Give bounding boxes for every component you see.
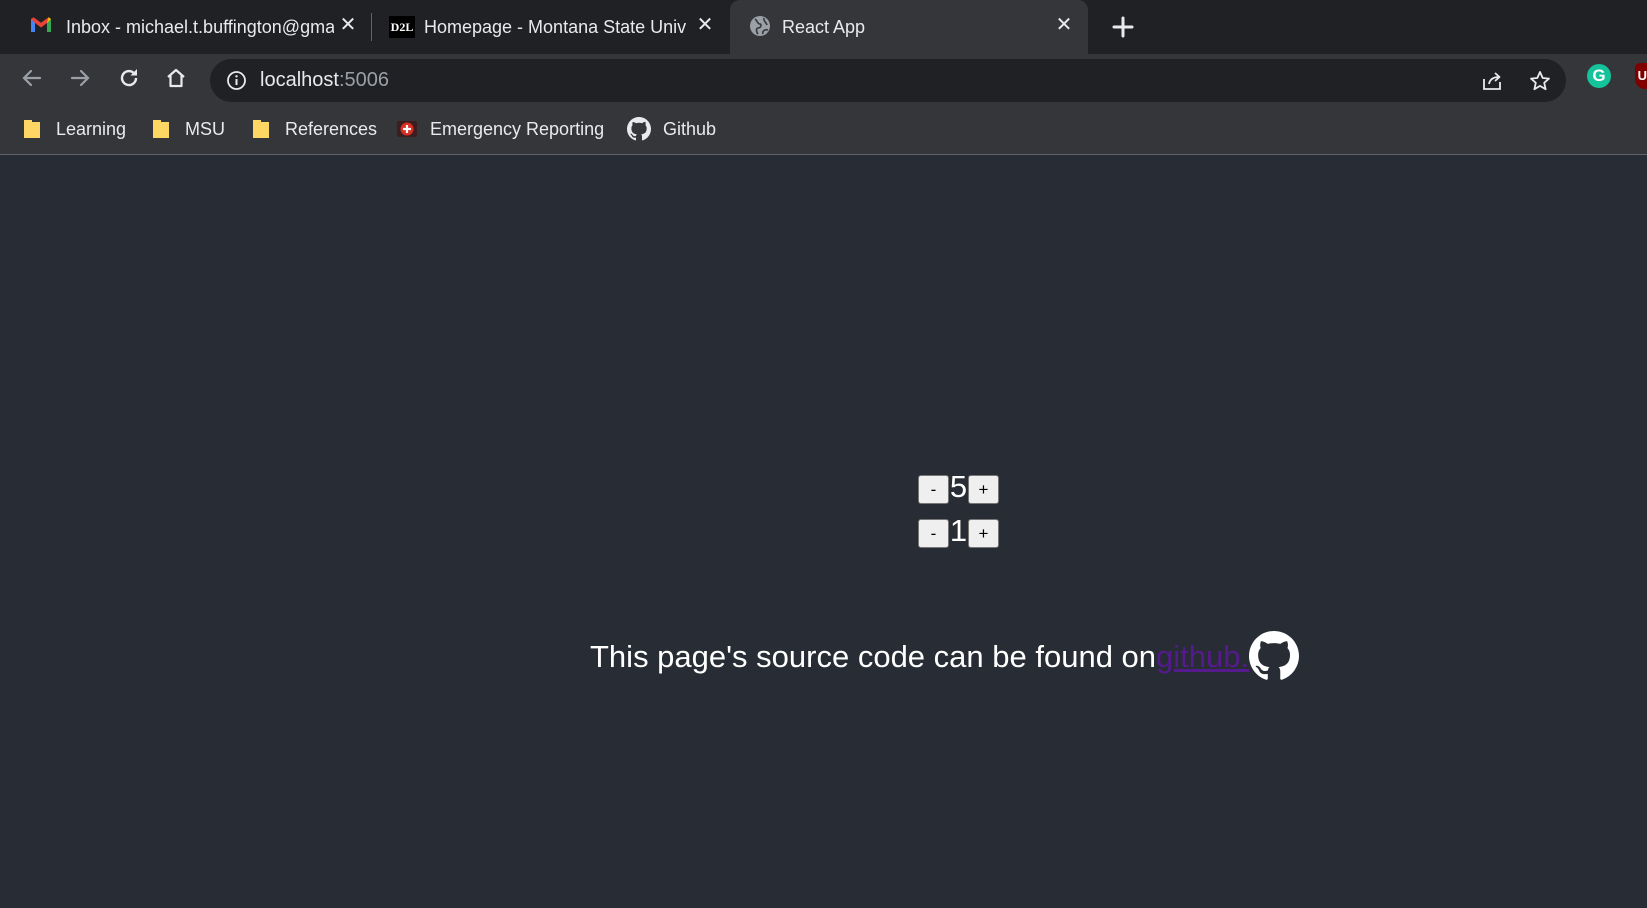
grammarly-icon[interactable]: G <box>1587 64 1611 88</box>
bookmark-label: Learning <box>56 118 127 139</box>
decrement-button[interactable]: - <box>918 519 949 548</box>
new-tab-button[interactable] <box>1106 10 1140 44</box>
close-icon[interactable]: ✕ <box>336 13 360 37</box>
folder-icon <box>253 120 269 138</box>
close-icon[interactable]: ✕ <box>1052 13 1076 37</box>
info-icon <box>227 71 246 90</box>
tab-react-app[interactable]: React App ✕ <box>730 0 1088 54</box>
reload-icon <box>120 69 138 87</box>
github-link[interactable]: github. <box>1156 639 1249 675</box>
folder-icon <box>153 120 169 138</box>
share-icon <box>1483 72 1501 90</box>
bookmark-github[interactable]: Github <box>627 112 716 146</box>
star-icon <box>1530 71 1550 91</box>
increment-button[interactable]: + <box>968 519 999 548</box>
folder-icon <box>24 120 40 138</box>
gmail-icon <box>31 17 51 32</box>
address-bar[interactable]: localhost:5006 <box>210 59 1566 102</box>
source-code-note: This page's source code can be found on … <box>590 625 1300 685</box>
d2l-icon: D2L <box>389 16 415 38</box>
browser-toolbar: localhost:5006 G U Learning MSU Referenc… <box>0 54 1647 155</box>
counter-2: - 1 + <box>918 513 999 548</box>
forward-button[interactable] <box>64 62 96 94</box>
url-text: localhost:5006 <box>260 59 389 102</box>
bookmark-learning[interactable]: Learning <box>22 112 126 146</box>
tab-gmail[interactable]: Inbox - michael.t.buffington@gmail.com ✕ <box>14 0 366 54</box>
tab-separator <box>371 13 372 41</box>
bookmark-msu[interactable]: MSU <box>151 112 225 146</box>
tab-title: Homepage - Montana State University <box>424 16 686 37</box>
github-icon <box>627 117 651 141</box>
forward-arrow-icon <box>70 69 90 87</box>
tab-title: React App <box>782 16 866 37</box>
increment-button[interactable]: + <box>968 475 999 504</box>
globe-icon <box>750 16 770 36</box>
home-icon <box>167 68 185 88</box>
counter-value: 1 <box>949 513 968 548</box>
url-port: :5006 <box>338 69 389 91</box>
bookmark-label: Github <box>663 118 717 139</box>
back-arrow-icon <box>22 69 42 87</box>
bookmark-emergency-reporting[interactable]: Emergency Reporting <box>396 112 604 146</box>
bookmark-star-button[interactable] <box>1528 69 1552 93</box>
bookmark-references[interactable]: References <box>251 112 377 146</box>
counter-value: 5 <box>949 469 968 504</box>
reload-button[interactable] <box>113 62 145 94</box>
bookmark-label: References <box>285 118 378 139</box>
tab-strip: Inbox - michael.t.buffington@gmail.com ✕… <box>0 0 1647 54</box>
decrement-button[interactable]: - <box>918 475 949 504</box>
url-host: localhost <box>260 69 339 91</box>
source-code-text: This page's source code can be found on <box>590 639 1157 674</box>
github-icon <box>1249 631 1300 680</box>
plus-icon <box>1112 16 1134 38</box>
tab-d2l[interactable]: D2L Homepage - Montana State University … <box>375 0 727 54</box>
bookmark-label: MSU <box>185 118 225 139</box>
tab-title: Inbox - michael.t.buffington@gmail.com <box>66 16 334 37</box>
ublock-icon[interactable]: U <box>1635 63 1647 89</box>
bookmark-label: Emergency Reporting <box>430 118 605 139</box>
emergency-reporting-icon <box>397 121 417 137</box>
home-button[interactable] <box>160 62 192 94</box>
page-content: - 5 + - 1 + <box>0 155 1647 908</box>
close-icon[interactable]: ✕ <box>693 13 717 37</box>
counter-1: - 5 + <box>918 469 999 504</box>
share-button[interactable] <box>1480 69 1504 93</box>
back-button[interactable] <box>16 62 48 94</box>
